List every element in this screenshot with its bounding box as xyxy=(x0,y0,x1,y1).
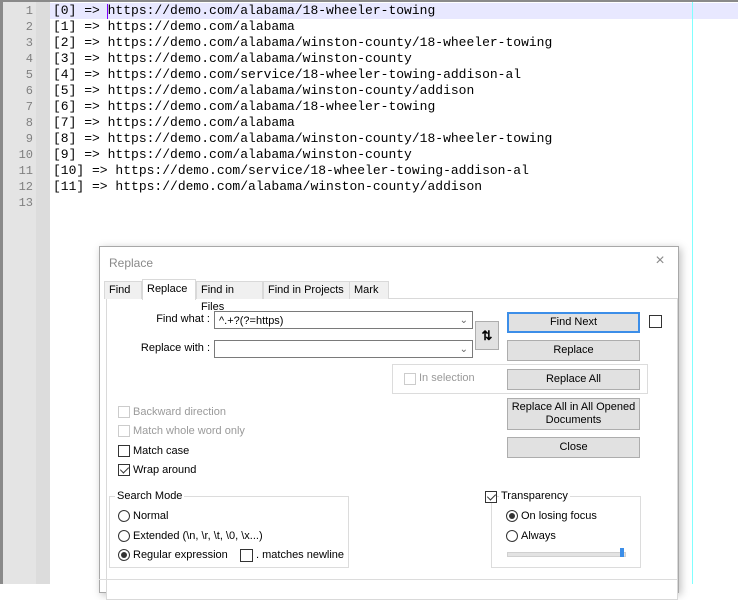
line-number: 6 xyxy=(25,84,33,98)
replace-with-label: Replace with : xyxy=(140,342,210,354)
code-line[interactable]: [3] => https://demo.com/alabama/winston-… xyxy=(53,51,412,67)
transparency-always-radio[interactable] xyxy=(506,530,518,542)
chevron-down-icon[interactable]: ⌄ xyxy=(460,341,468,359)
transparency-on-losing-focus-label: On losing focus xyxy=(521,510,597,522)
code-line[interactable]: [10] => https://demo.com/service/18-whee… xyxy=(53,163,529,179)
line-number: 12 xyxy=(18,180,33,194)
search-mode-extended-label: Extended (\n, \r, \t, \0, \x...) xyxy=(133,530,263,542)
line-number: 1 xyxy=(25,4,33,18)
backward-direction-label: Backward direction xyxy=(133,406,226,418)
search-mode-normal-label: Normal xyxy=(133,510,169,522)
code-line[interactable]: [5] => https://demo.com/alabama/winston-… xyxy=(53,83,474,99)
code-line[interactable]: [4] => https://demo.com/service/18-wheel… xyxy=(53,67,521,83)
search-mode-regex-label: Regular expression xyxy=(133,549,228,561)
transparency-on-losing-focus-radio[interactable] xyxy=(506,510,518,522)
dialog-title: Replace xyxy=(109,256,154,270)
edge-column-marker xyxy=(692,2,693,584)
replace-button[interactable]: Replace xyxy=(507,340,640,361)
in-selection-checkbox[interactable] xyxy=(404,373,416,385)
code-line[interactable]: [9] => https://demo.com/alabama/winston-… xyxy=(53,147,412,163)
match-whole-word-label: Match whole word only xyxy=(133,425,245,437)
line-number: 4 xyxy=(25,52,33,66)
replace-all-opened-button[interactable]: Replace All in All Opened Documents xyxy=(507,398,640,430)
code-line[interactable]: [8] => https://demo.com/alabama/winston-… xyxy=(53,131,552,147)
close-icon[interactable]: × xyxy=(653,253,667,269)
search-mode-regex-radio[interactable] xyxy=(118,549,130,561)
transparency-always-label: Always xyxy=(521,530,556,542)
code-line[interactable]: [6] => https://demo.com/alabama/18-wheel… xyxy=(53,99,435,115)
tab-find-in-projects[interactable]: Find in Projects xyxy=(263,281,351,299)
match-case-label: Match case xyxy=(133,445,190,457)
code-line[interactable]: [1] => https://demo.com/alabama xyxy=(53,19,295,35)
line-number: 2 xyxy=(25,20,33,34)
matches-newline-checkbox[interactable] xyxy=(240,549,253,562)
matches-newline-label: . matches newline xyxy=(256,549,345,561)
transparency-checkbox[interactable] xyxy=(485,491,497,503)
text-caret xyxy=(107,4,108,19)
swap-find-replace-button[interactable]: ⇅ xyxy=(475,321,499,350)
line-number: 11 xyxy=(18,164,33,178)
tab-mark[interactable]: Mark xyxy=(349,281,389,299)
transparency-slider-track[interactable] xyxy=(507,552,626,557)
tab-find-in-files[interactable]: Find in Files xyxy=(196,281,263,313)
close-button[interactable]: Close xyxy=(507,437,640,458)
tab-find[interactable]: Find xyxy=(104,281,142,299)
match-case-checkbox[interactable] xyxy=(118,445,130,457)
find-next-button[interactable]: Find Next xyxy=(507,312,640,333)
search-mode-normal-radio[interactable] xyxy=(118,510,130,522)
code-line[interactable]: [7] => https://demo.com/alabama xyxy=(53,115,295,131)
line-number: 8 xyxy=(25,116,33,130)
find-what-input[interactable]: ^.+?(?=https) xyxy=(219,312,283,330)
line-number: 13 xyxy=(18,196,33,210)
transparency-slider-thumb[interactable] xyxy=(620,548,624,557)
dialog-divider xyxy=(99,579,677,580)
replace-with-combobox[interactable]: ⌄ xyxy=(214,340,473,358)
find-next-option-checkbox[interactable] xyxy=(649,315,662,328)
code-line[interactable]: [0] => https://demo.com/alabama/18-wheel… xyxy=(53,3,435,19)
backward-direction-checkbox[interactable] xyxy=(118,406,130,418)
line-number: 3 xyxy=(25,36,33,50)
replace-all-button[interactable]: Replace All xyxy=(507,369,640,390)
match-whole-word-checkbox[interactable] xyxy=(118,425,130,437)
search-mode-label: Search Mode xyxy=(115,490,185,502)
in-selection-label: In selection xyxy=(419,372,475,384)
line-number: 5 xyxy=(25,68,33,82)
code-line[interactable]: [2] => https://demo.com/alabama/winston-… xyxy=(53,35,552,51)
wrap-around-label: Wrap around xyxy=(133,464,197,476)
line-number: 7 xyxy=(25,100,33,114)
line-number: 9 xyxy=(25,132,33,146)
tab-replace[interactable]: Replace xyxy=(142,279,196,300)
find-what-combobox[interactable]: ^.+?(?=https) ⌄ xyxy=(214,311,473,329)
find-what-label: Find what : xyxy=(156,313,210,325)
transparency-label: Transparency xyxy=(499,490,570,502)
swap-icon: ⇅ xyxy=(481,328,493,343)
fold-margin xyxy=(36,2,50,584)
code-line[interactable]: [11] => https://demo.com/alabama/winston… xyxy=(53,179,482,195)
chevron-down-icon[interactable]: ⌄ xyxy=(460,312,468,330)
wrap-around-checkbox[interactable] xyxy=(118,464,130,476)
search-mode-extended-radio[interactable] xyxy=(118,530,130,542)
line-number: 10 xyxy=(18,148,33,162)
